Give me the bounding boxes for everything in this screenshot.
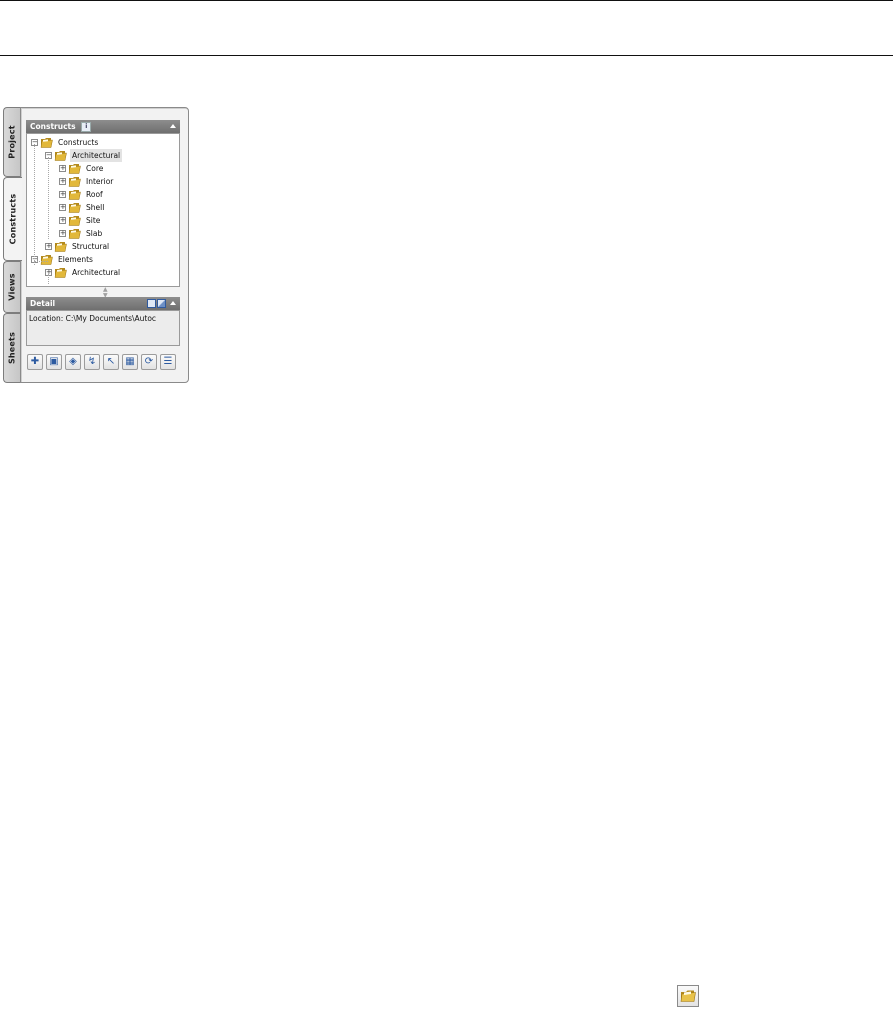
expand-icon[interactable]: +: [59, 204, 66, 211]
expand-icon[interactable]: +: [59, 191, 66, 198]
folder-icon: [40, 254, 53, 265]
collapse-detail-icon[interactable]: [170, 301, 176, 305]
bulk-edit-icon[interactable]: ▦: [122, 354, 138, 370]
folder-icon: [40, 137, 53, 148]
bottom-toolbar: ✚ ▣ ◈ ↯ ↖ ▦ ⟳ ☰: [27, 354, 181, 372]
folder-icon: [68, 189, 81, 200]
tab-project[interactable]: Project: [3, 107, 20, 177]
tree-connector: [34, 144, 35, 265]
expand-icon[interactable]: +: [59, 217, 66, 224]
expand-icon[interactable]: +: [59, 178, 66, 185]
add-construct-icon[interactable]: ✚: [27, 354, 43, 370]
tree-item-label: Site: [86, 216, 101, 225]
expand-icon[interactable]: +: [59, 230, 66, 237]
select-icon[interactable]: ↖: [103, 354, 119, 370]
tab-views[interactable]: Views: [3, 261, 20, 313]
tree-item-label: Roof: [86, 190, 103, 199]
constructs-header-title: Constructs: [30, 122, 76, 131]
folder-icon: [54, 150, 67, 161]
tab-sheets[interactable]: Sheets: [3, 313, 20, 383]
tree-connector: [48, 274, 49, 284]
add-category-icon[interactable]: ◈: [65, 354, 81, 370]
folder-icon: [68, 228, 81, 239]
collapse-constructs-icon[interactable]: [170, 124, 176, 128]
folder-icon: [54, 241, 67, 252]
tree-item-label: Slab: [86, 229, 103, 238]
tree-item-label: Architectural: [70, 149, 123, 162]
folder-icon: [68, 176, 81, 187]
detail-content: Location: C:\My Documents\Autoc: [26, 310, 180, 346]
folder-icon: [68, 202, 81, 213]
project-navigator-palette: Project Constructs Views Sheets Construc…: [3, 107, 189, 383]
expand-icon[interactable]: +: [45, 243, 52, 250]
info-icon[interactable]: i: [81, 122, 92, 132]
tree-item-label: Core: [86, 164, 104, 173]
preview-view-icon[interactable]: [157, 299, 166, 308]
detail-location: Location: C:\My Documents\Autoc: [29, 314, 157, 323]
tab-constructs-label: Constructs: [8, 193, 18, 245]
tree-item-label: Interior: [86, 177, 114, 186]
repath-icon[interactable]: ↯: [84, 354, 100, 370]
detail-header[interactable]: Detail: [26, 297, 180, 310]
properties-icon[interactable]: ☰: [160, 354, 176, 370]
tab-project-label: Project: [7, 125, 17, 159]
add-element-icon[interactable]: ▣: [46, 354, 62, 370]
tab-sheets-label: Sheets: [7, 331, 17, 365]
palette-tabs: Project Constructs Views Sheets: [3, 107, 22, 383]
folder-icon: [677, 985, 699, 1007]
tree-connector: [48, 157, 49, 239]
page: Project Constructs Views Sheets Construc…: [0, 0, 893, 1012]
tree-item-label: Constructs: [58, 138, 99, 147]
expand-icon[interactable]: +: [59, 165, 66, 172]
tree-item-label: Architectural: [72, 268, 121, 277]
tree-connector: [34, 261, 48, 262]
tab-views-label: Views: [7, 273, 17, 301]
list-view-icon[interactable]: [147, 299, 156, 308]
constructs-tree[interactable]: − Constructs − Architectural + Core + Interior +…: [26, 133, 180, 287]
header-rule: [0, 55, 893, 56]
folder-icon: [54, 267, 67, 278]
tree-item-label: Structural: [72, 242, 110, 251]
tree-item-label: Elements: [58, 255, 93, 264]
palette-frame: Constructs i − Constructs − Architectural + C…: [20, 107, 189, 383]
tab-constructs[interactable]: Constructs: [3, 177, 22, 261]
folder-icon: [68, 215, 81, 226]
tree-item-label: Shell: [86, 203, 105, 212]
constructs-header[interactable]: Constructs i: [26, 120, 180, 133]
refresh-icon[interactable]: ⟳: [141, 354, 157, 370]
folder-icon: [68, 163, 81, 174]
detail-header-title: Detail: [30, 299, 56, 308]
top-rule: [0, 0, 893, 1]
